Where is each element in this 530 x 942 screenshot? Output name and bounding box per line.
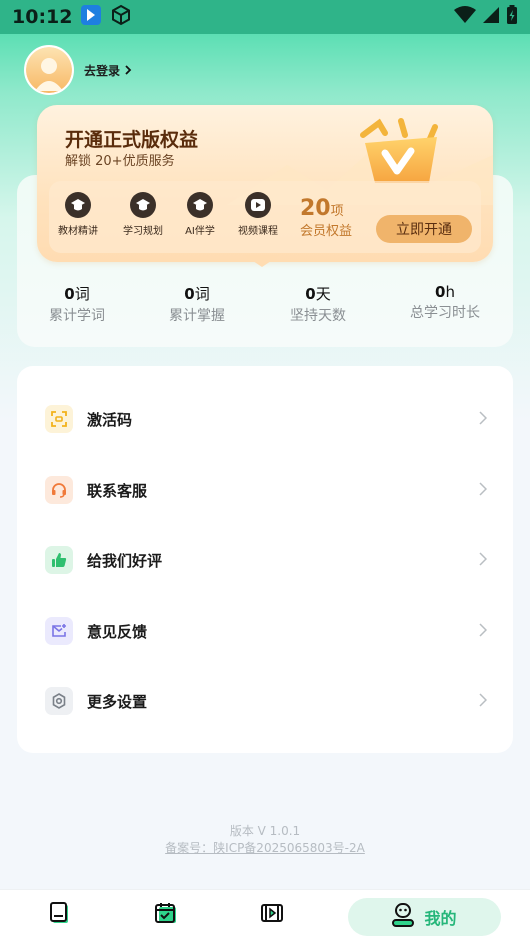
login-label: 去登录 (84, 63, 121, 78)
chevron-right-icon (479, 692, 488, 711)
benefit-count: 20项 会员权益 (300, 196, 352, 239)
benefit-count-unit: 项 (330, 204, 344, 219)
tab-mine[interactable]: 我的 (348, 898, 501, 936)
status-bar: 10:12 (0, 0, 530, 34)
user-icon (392, 903, 415, 931)
headset-icon (45, 476, 73, 504)
tab-video[interactable] (252, 900, 292, 930)
thumbs-up-icon (45, 546, 73, 574)
benefit-label: 学习规划 (123, 226, 163, 237)
graduation-cap-icon (65, 192, 91, 218)
cube-icon (110, 4, 132, 30)
profile-header[interactable]: 去登录 (24, 45, 132, 95)
icp-record-link[interactable]: 备案号：陕ICP备2025065803号-2A (0, 840, 530, 857)
stat-words-mastered: 0词 累计掌握 (142, 283, 252, 325)
stat-value: 0 (305, 285, 316, 303)
menu-card: 激活码 联系客服 给我们好评 意见反馈 更多设置 (17, 366, 513, 753)
stat-label: 累计掌握 (169, 308, 225, 324)
stat-label: 累计学词 (49, 308, 105, 324)
avatar[interactable] (24, 45, 74, 95)
feedback-mail-icon (45, 617, 73, 645)
stat-unit: 词 (74, 285, 90, 303)
benefit-item-textbook[interactable]: 教材精讲 (47, 192, 109, 237)
stat-unit: 词 (194, 285, 210, 303)
tab-checkin[interactable] (146, 900, 186, 930)
bottom-tab-bar: 我的 (0, 889, 530, 942)
stat-label: 坚持天数 (290, 308, 346, 324)
chevron-right-icon (479, 410, 488, 429)
avatar-placeholder-icon (26, 47, 72, 93)
benefit-label: AI伴学 (185, 226, 215, 237)
status-time: 10:12 (12, 6, 73, 28)
wifi-icon (454, 6, 476, 28)
stat-words-learned: 0词 累计学词 (22, 283, 132, 325)
graduation-cap-icon (187, 192, 213, 218)
stat-value: 0 (64, 285, 75, 303)
book-icon (50, 902, 70, 928)
chevron-right-icon (479, 622, 488, 641)
menu-item-more-settings[interactable]: 更多设置 (17, 671, 513, 731)
stat-unit: h (445, 283, 455, 301)
open-vip-button[interactable]: 立即开通 (376, 215, 472, 243)
version-text: 版本 V 1.0.1 (229, 824, 301, 838)
menu-item-label: 意见反馈 (87, 622, 148, 641)
vip-subtitle: 解锁 20+优质服务 (65, 154, 175, 169)
vip-title: 开通正式版权益 (65, 129, 199, 151)
benefit-item-video[interactable]: 视频课程 (227, 192, 289, 237)
graduation-cap-icon (130, 192, 156, 218)
app-notification-icon (80, 4, 102, 30)
tab-label: 我的 (424, 909, 457, 928)
benefit-label: 教材精讲 (58, 226, 98, 237)
chevron-right-icon (479, 481, 488, 500)
benefit-item-ai[interactable]: AI伴学 (169, 192, 231, 237)
menu-item-rate-us[interactable]: 给我们好评 (17, 530, 513, 590)
stat-label: 总学习时长 (410, 305, 480, 321)
calendar-check-icon (155, 902, 177, 928)
benefit-count-number: 20 (300, 196, 331, 221)
menu-item-activation-code[interactable]: 激活码 (17, 389, 513, 449)
vip-benefits-card[interactable]: 开通正式版权益 解锁 20+优质服务 教材精讲 学习规划 AI伴学 视频课程 2… (37, 105, 493, 262)
benefit-item-plan[interactable]: 学习规划 (112, 192, 174, 237)
benefit-count-desc: 会员权益 (300, 224, 353, 239)
menu-item-label: 激活码 (87, 410, 133, 429)
scan-code-icon (45, 405, 73, 433)
cellular-signal-icon (482, 6, 500, 28)
video-icon (261, 903, 283, 927)
stat-total-hours: 0h 总学习时长 (390, 283, 500, 322)
chevron-right-icon (479, 551, 488, 570)
tab-study[interactable] (40, 900, 80, 930)
play-icon (245, 192, 271, 218)
battery-icon (506, 5, 518, 29)
stat-value: 0 (184, 285, 195, 303)
menu-item-customer-service[interactable]: 联系客服 (17, 460, 513, 520)
version-info: 版本 V 1.0.1 备案号：陕ICP备2025065803号-2A (0, 823, 530, 857)
benefit-label: 视频课程 (238, 226, 278, 237)
stat-value: 0 (435, 283, 446, 301)
menu-item-feedback[interactable]: 意见反馈 (17, 601, 513, 661)
menu-item-label: 给我们好评 (87, 551, 163, 570)
gear-icon (45, 687, 73, 715)
login-link[interactable]: 去登录 (84, 62, 132, 79)
crown-v-icon (355, 113, 447, 189)
menu-item-label: 联系客服 (87, 481, 148, 500)
stat-days-streak: 0天 坚持天数 (263, 283, 373, 325)
stat-unit: 天 (315, 285, 331, 303)
menu-item-label: 更多设置 (87, 692, 148, 711)
vip-card-pointer (244, 255, 280, 267)
chevron-right-icon (125, 65, 132, 75)
